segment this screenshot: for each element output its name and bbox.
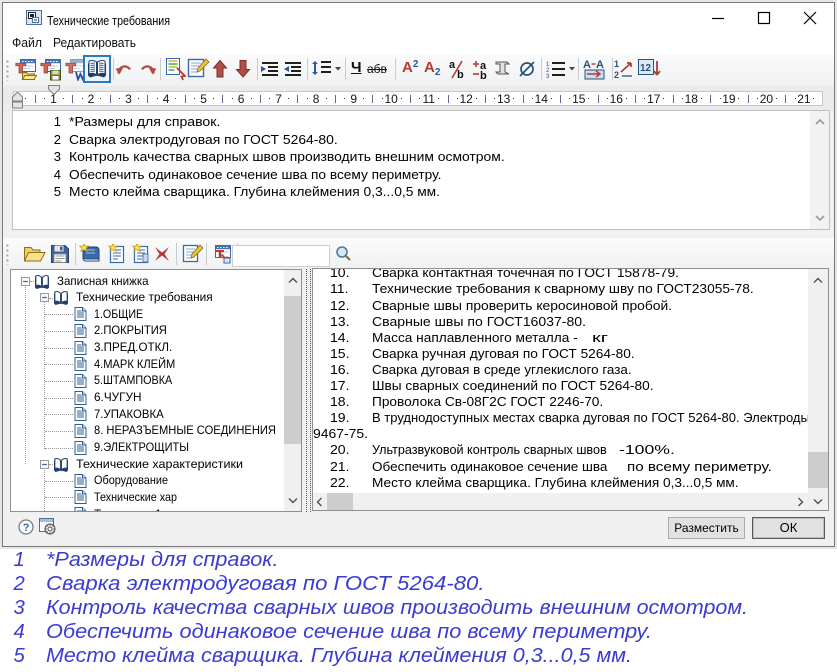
svg-text:A: A xyxy=(583,59,591,71)
svg-text:a: a xyxy=(449,59,456,71)
svg-text:b: b xyxy=(457,69,464,79)
svg-text:b: b xyxy=(480,70,487,79)
svg-text:A: A xyxy=(596,59,604,71)
svg-text:2: 2 xyxy=(614,70,619,80)
svg-text:12: 12 xyxy=(640,63,652,74)
svg-text:3: 3 xyxy=(546,74,550,78)
svg-text:1: 1 xyxy=(614,59,619,69)
svg-text:?: ? xyxy=(23,522,30,534)
